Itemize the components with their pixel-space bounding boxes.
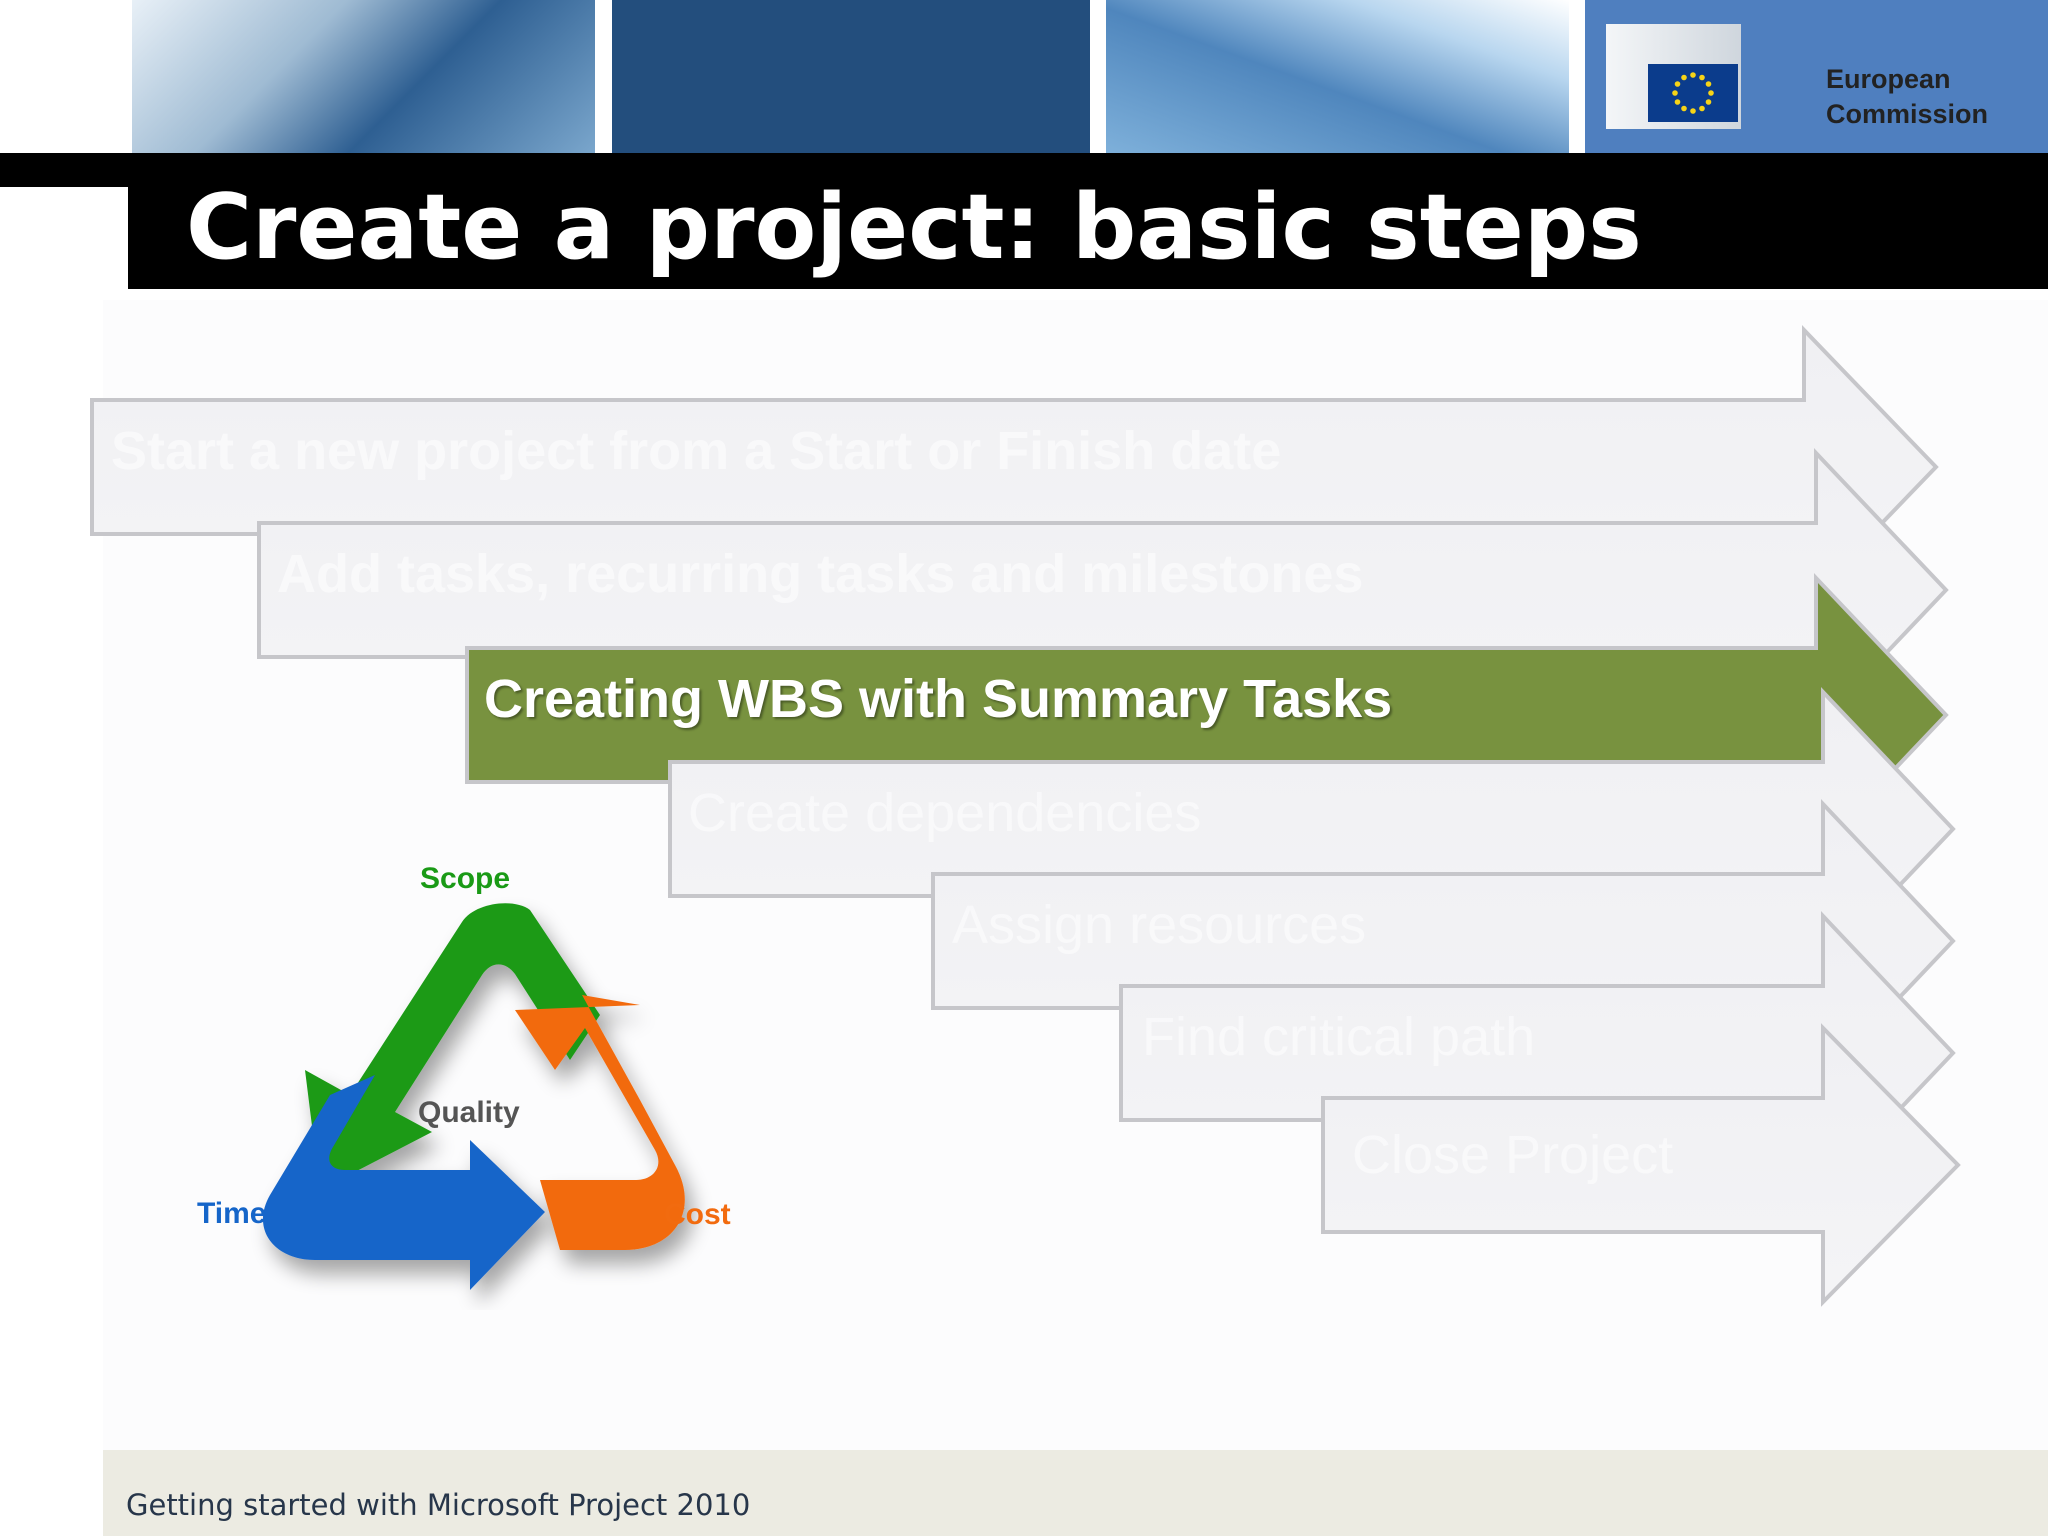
step-label-4: Create dependencies — [688, 783, 1202, 843]
footer-text: Getting started with Microsoft Project 2… — [126, 1488, 751, 1522]
triple-constraint-diagram — [262, 903, 685, 1290]
cost-label: Cost — [664, 1198, 731, 1231]
step-label-2: Add tasks, recurring tasks and milestone… — [277, 544, 1364, 604]
step-label-7: Close Project — [1352, 1125, 1674, 1185]
step-label-3: Creating WBS with Summary Tasks — [484, 669, 1393, 729]
step-label-5: Assign resources — [952, 895, 1367, 955]
step-label-6: Find critical path — [1142, 1007, 1536, 1067]
scope-label: Scope — [420, 862, 511, 895]
quality-label: Quality — [418, 1096, 520, 1129]
step-label-1: Start a new project from a Start or Fini… — [111, 421, 1282, 481]
time-label: Time — [197, 1197, 267, 1230]
